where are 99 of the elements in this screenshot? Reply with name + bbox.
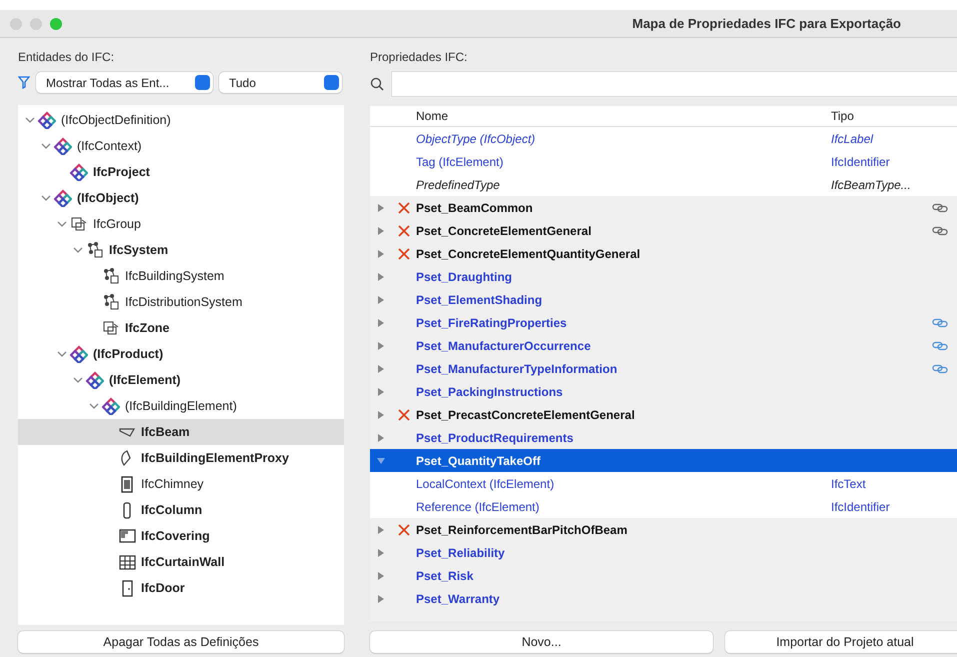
tree-row-highlight[interactable]: IfcBeam	[18, 419, 344, 445]
chevron-icon[interactable]	[73, 375, 83, 385]
tree-item[interactable]: (IfcObject)	[77, 188, 139, 208]
disclosure-triangle-icon[interactable]	[377, 572, 385, 580]
network-icon	[86, 241, 104, 259]
disclosure-triangle-icon[interactable]	[377, 342, 385, 350]
property-name: ObjectType (IfcObject)	[416, 132, 536, 146]
pset-name: Pset_Warranty	[416, 592, 500, 606]
panel-label: Propriedades IFC:	[370, 49, 468, 66]
ifc-logo-icon	[70, 345, 88, 363]
pset-name: Pset_BeamCommon	[416, 200, 533, 214]
import-button[interactable]: Importar do Projeto atual	[725, 631, 957, 653]
disclosure-triangle-icon[interactable]	[377, 434, 385, 442]
pset-name: Pset_ManufacturerOccurrence	[416, 338, 591, 352]
disclosure-triangle-icon[interactable]	[377, 526, 385, 534]
tree-item[interactable]: IfcChimney	[141, 474, 204, 494]
pset-name: Pset_ReinforcementBarPitchOfBeam	[416, 522, 628, 536]
property-type: IfcBeamType...	[831, 178, 911, 192]
pset-name: Pset_Risk	[416, 568, 474, 582]
column-header[interactable]: Tipo	[831, 109, 854, 123]
pset-name: Pset_ConcreteElementQuantityGeneral	[416, 246, 640, 260]
pset-name: Pset_ManufacturerTypeInformation	[416, 362, 618, 376]
disclosure-triangle-icon[interactable]	[377, 364, 385, 372]
tree-item[interactable]: (IfcObjectDefinition)	[61, 110, 171, 130]
delete-all-button[interactable]: Apagar Todas as Definições	[18, 631, 344, 653]
disclosure-triangle-icon[interactable]	[377, 272, 385, 280]
property-type: IfcText	[831, 476, 866, 490]
search-field[interactable]	[392, 72, 957, 96]
pset-name: Pset_ConcreteElementGeneral	[416, 224, 592, 238]
chevron-icon[interactable]	[89, 401, 99, 411]
chevron-icon[interactable]	[73, 245, 83, 255]
ifc-logo-icon	[54, 189, 72, 207]
pset-name: Pset_FireRatingProperties	[416, 316, 567, 330]
property-name: Tag (IfcElement)	[416, 154, 504, 168]
ifc-logo-icon	[54, 137, 72, 155]
disclosure-triangle-icon[interactable]	[377, 456, 385, 464]
property-name: LocalContext (IfcElement)	[416, 476, 554, 490]
pset-name: Pset_Draughting	[416, 270, 512, 284]
group-icon	[70, 215, 88, 233]
disclosure-triangle-icon[interactable]	[377, 318, 385, 326]
tree-item[interactable]: (IfcProduct)	[93, 344, 164, 364]
search-icon	[370, 77, 384, 91]
tree-item[interactable]: (IfcElement)	[109, 370, 181, 390]
disclosure-triangle-icon[interactable]	[377, 410, 385, 418]
tree-item[interactable]: (IfcContext)	[77, 136, 142, 156]
scope-dropdown[interactable]: Tudo	[219, 72, 342, 93]
property-name: Reference (IfcElement)	[416, 500, 540, 514]
covering-icon	[118, 527, 136, 545]
pset-name: Pset_ProductRequirements	[416, 430, 574, 444]
disclosure-triangle-icon[interactable]	[377, 548, 385, 556]
disclosure-triangle-icon[interactable]	[377, 388, 385, 396]
curtain-wall-icon	[118, 553, 136, 571]
property-type: IfcIdentifier	[831, 154, 890, 168]
column-header[interactable]: Nome	[416, 109, 448, 123]
chevron-icon[interactable]	[57, 349, 67, 359]
disclosure-triangle-icon[interactable]	[377, 250, 385, 258]
zoom-button[interactable]	[50, 18, 62, 30]
selected-row-highlight[interactable]: Pset_QuantityTakeOff	[370, 449, 957, 472]
pset-name: Pset_PackingInstructions	[416, 384, 563, 398]
ifc-logo-icon	[86, 371, 104, 389]
pset-name: Pset_Reliability	[416, 546, 505, 560]
tree-item[interactable]: IfcColumn	[141, 500, 202, 520]
pset-name: Pset_QuantityTakeOff	[416, 454, 540, 468]
tree-item[interactable]: (IfcBuildingElement)	[125, 396, 237, 416]
tree-item[interactable]: IfcDistributionSystem	[125, 292, 242, 312]
chevron-icon[interactable]	[41, 193, 51, 203]
disclosure-triangle-icon[interactable]	[377, 226, 385, 234]
pset-name: Pset_ElementShading	[416, 292, 542, 306]
window-title: Mapa de Propriedades IFC para Exportação	[632, 14, 901, 33]
disclosure-triangle-icon[interactable]	[377, 204, 385, 212]
property-type: IfcLabel	[831, 132, 874, 146]
network-icon	[102, 267, 120, 285]
chevron-icon[interactable]	[25, 115, 35, 125]
pset-name: Pset_PrecastConcreteElementGeneral	[416, 408, 635, 422]
tree-item[interactable]: IfcBuildingElementProxy	[141, 448, 289, 468]
network-icon	[102, 293, 120, 311]
tree-item[interactable]: IfcProject	[93, 162, 150, 182]
filter-dropdown[interactable]: Mostrar Todas as Ent...	[36, 72, 213, 93]
disclosure-triangle-icon[interactable]	[377, 296, 385, 304]
tree-item[interactable]: IfcBeam	[141, 422, 190, 442]
tree-item[interactable]: IfcGroup	[93, 214, 141, 234]
tree-item[interactable]: IfcDoor	[141, 578, 185, 598]
tree-item[interactable]: IfcZone	[125, 318, 170, 338]
tree-item[interactable]: IfcBuildingSystem	[125, 266, 224, 286]
new-button[interactable]: Novo...	[370, 631, 713, 653]
tree-item[interactable]: IfcCovering	[141, 526, 210, 546]
disclosure-triangle-icon[interactable]	[377, 594, 385, 602]
property-name: PredefinedType	[416, 178, 500, 192]
tree-item[interactable]: IfcSystem	[109, 240, 168, 260]
ifc-logo-icon	[38, 111, 56, 129]
chevron-icon[interactable]	[41, 141, 51, 151]
ifc-logo-icon	[70, 163, 88, 181]
tree-item[interactable]: IfcCurtainWall	[141, 552, 225, 572]
group-icon	[102, 319, 120, 337]
ifc-logo-icon	[102, 397, 120, 415]
chevron-icon[interactable]	[57, 219, 67, 229]
panel-label: Entidades do IFC:	[18, 49, 116, 66]
filter-icon[interactable]	[18, 76, 30, 89]
property-type: IfcIdentifier	[831, 500, 890, 514]
